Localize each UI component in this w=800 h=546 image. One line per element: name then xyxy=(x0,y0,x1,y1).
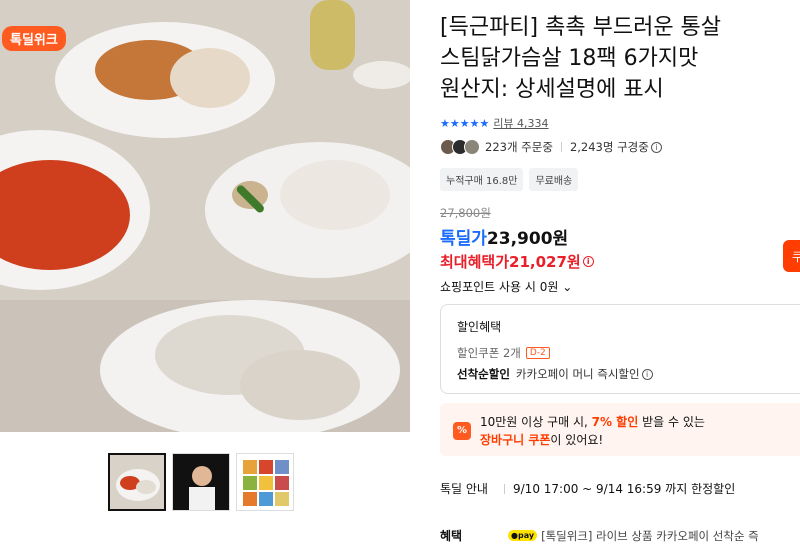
rating-row: ★★★★★ 리뷰 4,334 xyxy=(440,115,549,131)
viewing-count: 2,243명 구경중 xyxy=(569,140,649,154)
coupon-dday-badge: D-2 xyxy=(525,347,550,359)
tag-cumulative-purchases: 누적구매 16.8만 xyxy=(440,168,524,191)
product-detail-panel: [득근파티] 촉촉 부드러운 통살 스팀닭가슴살 18팩 6가지맛 원산지: 상… xyxy=(440,0,800,546)
promo-line-2: 장바구니 쿠폰이 있어요! xyxy=(480,433,604,447)
thumbnail-1[interactable] xyxy=(108,453,166,511)
deal-price: 23,900원 xyxy=(486,229,569,249)
deal-price-label: 톡딜가 xyxy=(440,229,487,249)
tokdeal-week-badge: 톡딜위크 xyxy=(2,26,66,51)
max-benefit-label: 최대혜택가 xyxy=(440,253,510,271)
first-come-desc: 카카오페이 머니 즉시할인 xyxy=(515,367,640,381)
first-come-label: 선착순할인 xyxy=(457,367,510,381)
info-icon[interactable]: i xyxy=(650,141,662,153)
cart-coupon-promo[interactable]: % 10만원 이상 구매 시, 7% 할인 받을 수 있는 장바구니 쿠폰이 있… xyxy=(440,403,800,456)
side-coupon-button[interactable]: 쿠 xyxy=(783,240,800,272)
discount-header: 할인혜택 xyxy=(457,320,502,334)
percent-icon: % xyxy=(453,422,471,440)
coupon-label: 할인쿠폰 2개 xyxy=(457,346,521,360)
product-title: [득근파티] 촉촉 부드러운 통살 스팀닭가슴살 18팩 6가지맛 원산지: 상… xyxy=(440,15,722,102)
social-proof-row: 223개 주문중 2,243명 구경중 i xyxy=(440,139,662,155)
review-count-link[interactable]: 리뷰 4,334 xyxy=(493,115,548,131)
thumbnail-2[interactable] xyxy=(172,453,230,511)
info-icon[interactable]: i xyxy=(641,368,653,380)
thumbnail-list xyxy=(108,453,294,511)
thumbnail-3[interactable] xyxy=(236,453,294,511)
max-benefit-row: 최대혜택가 21,027원 i xyxy=(440,251,594,272)
deal-info-label: 톡딜 안내 xyxy=(440,482,488,496)
ordering-count: 223개 주문중 xyxy=(485,140,553,154)
product-tags: 누적구매 16.8만 무료배송 xyxy=(440,168,579,191)
divider xyxy=(560,142,562,152)
avatar xyxy=(464,139,480,155)
discount-benefits-box: 할인혜택 할인쿠폰 2개 D-2 선착순할인 카카오페이 머니 즉시할인 i xyxy=(440,304,800,394)
benefit-row: 혜택 ●pay [톡딜위크] 라이브 상품 카카오페이 선착순 즉 xyxy=(440,527,759,544)
tag-free-shipping: 무료배송 xyxy=(529,168,579,191)
benefit-text: [톡딜위크] 라이브 상품 카카오페이 선착순 즉 xyxy=(541,528,759,543)
original-price: 27,800원 xyxy=(440,206,491,220)
deal-info-value: 9/10 17:00 ~ 9/14 16:59 까지 한정할인 xyxy=(513,482,736,496)
kakaopay-icon: ●pay xyxy=(508,530,538,541)
max-benefit-price: 21,027원 xyxy=(509,253,581,271)
info-icon[interactable]: i xyxy=(582,256,594,267)
chevron-down-icon: ⌄ xyxy=(562,280,573,294)
deal-info-row: 톡딜 안내 9/10 17:00 ~ 9/14 16:59 까지 한정할인 xyxy=(440,480,735,497)
star-rating-icon: ★★★★★ xyxy=(440,116,490,130)
buyer-avatars xyxy=(440,139,480,155)
points-label: 쇼핑포인트 사용 시 0원 xyxy=(440,280,559,294)
first-come-discount-row: 선착순할인 카카오페이 머니 즉시할인 i xyxy=(457,366,653,382)
product-main-image[interactable] xyxy=(0,0,410,432)
divider xyxy=(504,483,505,494)
promo-line-1: 10만원 이상 구매 시, 7% 할인 받을 수 있는 xyxy=(480,415,705,429)
benefit-label: 혜택 xyxy=(440,529,463,543)
chicken-photo-illustration xyxy=(0,0,410,432)
deal-price-row: 톡딜가23,900원 xyxy=(440,224,568,249)
discount-coupon-row[interactable]: 할인쿠폰 2개 D-2 xyxy=(457,345,550,361)
shopping-points-dropdown[interactable]: 쇼핑포인트 사용 시 0원 ⌄ xyxy=(440,278,572,295)
